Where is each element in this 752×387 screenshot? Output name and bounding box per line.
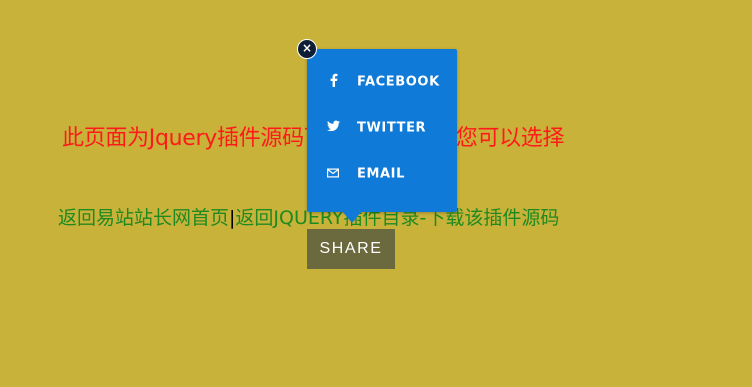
facebook-icon — [326, 73, 340, 91]
share-twitter[interactable]: TWITTER — [307, 105, 457, 151]
share-popup: FACEBOOK TWITTER EMAIL — [307, 49, 457, 223]
popup-arrow — [342, 211, 362, 223]
close-button[interactable]: × — [297, 39, 317, 59]
share-facebook[interactable]: FACEBOOK — [307, 59, 457, 105]
twitter-icon — [326, 120, 340, 136]
facebook-label: FACEBOOK — [357, 74, 440, 90]
share-email[interactable]: EMAIL — [307, 151, 457, 197]
twitter-label: TWITTER — [357, 120, 427, 136]
home-link[interactable]: 返回易站站长网首页 — [58, 207, 229, 229]
close-icon: × — [301, 41, 313, 55]
email-label: EMAIL — [357, 166, 405, 182]
share-button[interactable]: SHARE — [307, 229, 395, 269]
mail-icon — [326, 167, 340, 182]
